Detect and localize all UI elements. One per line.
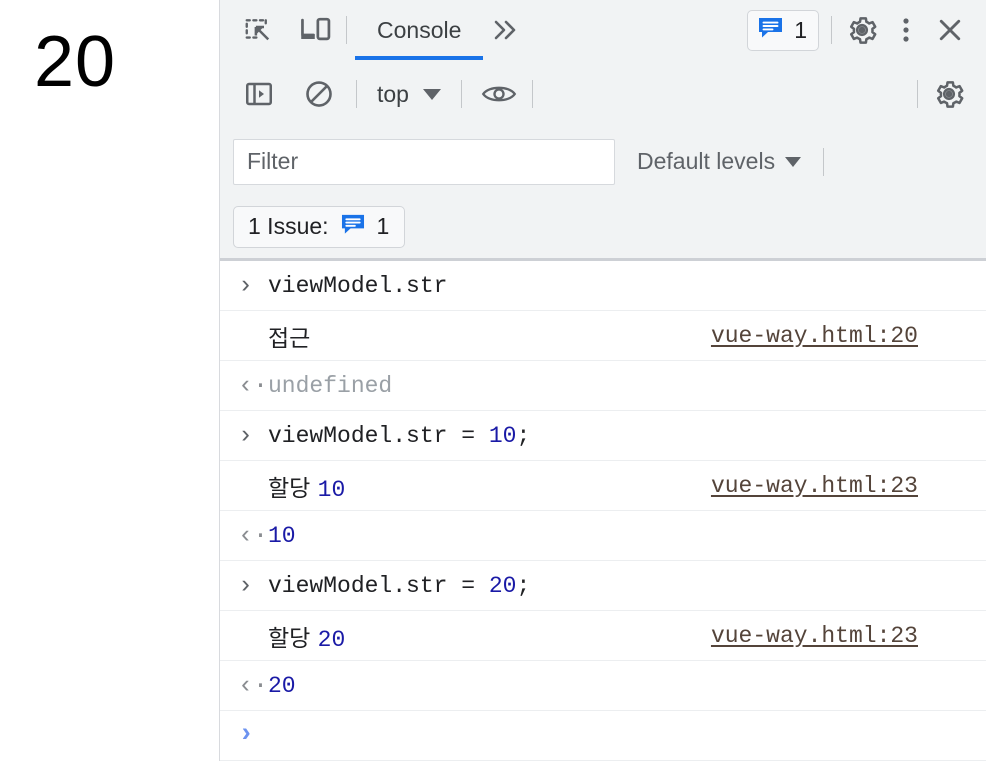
console-log-segment: 20 bbox=[317, 626, 346, 653]
execution-context-dropdown[interactable]: top bbox=[371, 81, 447, 108]
console-prompt-marker: › bbox=[238, 722, 268, 749]
console-log-text: 할당 20 bbox=[268, 619, 345, 653]
tab-console-label: Console bbox=[377, 16, 462, 43]
filter-input[interactable] bbox=[233, 138, 615, 185]
console-log-row[interactable]: 할당 20 vue-way.html:23 bbox=[220, 611, 986, 661]
chevron-down-icon bbox=[422, 88, 441, 100]
console-log-segment: ; bbox=[516, 572, 531, 599]
log-input-marker-icon: › bbox=[238, 273, 268, 298]
issues-count: 1 bbox=[794, 16, 807, 43]
issues-summary-button[interactable]: 1 Issue: 1 bbox=[233, 205, 406, 248]
kebab-menu-icon[interactable] bbox=[884, 8, 928, 52]
log-output-marker-icon: ‹· bbox=[238, 673, 268, 698]
chevron-left-icon: ‹· bbox=[238, 671, 269, 700]
console-log-segment: 10 bbox=[317, 476, 346, 503]
toolbar-divider-1 bbox=[346, 16, 347, 44]
live-expression-eye-icon[interactable] bbox=[476, 71, 522, 117]
issues-summary-bar: 1 Issue: 1 bbox=[220, 195, 986, 261]
devtools-screenshot: 20 Console 1 top Filter Default levels 1… bbox=[0, 0, 986, 761]
log-levels-dropdown[interactable]: Default levels bbox=[637, 148, 802, 175]
close-icon[interactable] bbox=[928, 8, 972, 52]
console-source-link[interactable]: vue-way.html:20 bbox=[711, 323, 918, 349]
chevron-down-icon bbox=[785, 156, 802, 167]
console-source-link[interactable]: vue-way.html:23 bbox=[711, 623, 918, 649]
filter-bar-divider bbox=[823, 147, 825, 176]
console-log-row[interactable]: › viewModel.str = 20; bbox=[220, 561, 986, 611]
issue-message-icon bbox=[340, 213, 366, 241]
clear-console-icon[interactable] bbox=[296, 71, 342, 117]
console-log-row[interactable]: 할당 10 vue-way.html:23 bbox=[220, 461, 986, 511]
console-toolbar-divider-2 bbox=[460, 80, 462, 108]
console-log-segment: 20 bbox=[268, 672, 296, 699]
execution-context-label: top bbox=[377, 80, 409, 107]
gear-icon[interactable] bbox=[840, 8, 884, 52]
console-log-segment: 10 bbox=[488, 422, 517, 449]
chevron-left-icon: ‹· bbox=[238, 371, 269, 400]
gear-icon[interactable] bbox=[926, 71, 972, 117]
console-source-link[interactable]: vue-way.html:23 bbox=[711, 473, 918, 499]
chevron-right-icon: › bbox=[238, 720, 255, 750]
console-log-segment: viewModel.str = bbox=[268, 572, 489, 599]
console-log-segment: 할당 bbox=[268, 625, 318, 652]
console-log-segment: 10 bbox=[268, 522, 296, 549]
console-toolbar-divider-1 bbox=[356, 80, 357, 108]
log-input-marker-icon: › bbox=[238, 573, 268, 598]
page-viewport: 20 bbox=[0, 0, 220, 761]
console-sidebar-icon[interactable] bbox=[236, 71, 282, 117]
console-log-text: 접근 bbox=[268, 319, 310, 353]
device-toolbar-icon[interactable] bbox=[294, 8, 338, 52]
console-log-row[interactable]: ‹· undefined bbox=[220, 361, 986, 411]
devtools-panel: Console 1 top Filter Default levels 1 Is… bbox=[220, 0, 986, 761]
log-levels-label: Default levels bbox=[637, 148, 776, 174]
issues-summary-count: 1 bbox=[376, 213, 390, 239]
chevron-left-icon: ‹· bbox=[238, 521, 269, 550]
console-toolbar: top bbox=[220, 60, 986, 128]
console-log-row[interactable]: › viewModel.str = 10; bbox=[220, 411, 986, 461]
console-log-row[interactable]: › bbox=[220, 711, 986, 761]
console-log-row[interactable]: 접근 vue-way.html:20 bbox=[220, 311, 986, 361]
chevron-right-icon: › bbox=[238, 571, 254, 600]
console-toolbar-divider-4 bbox=[917, 80, 918, 108]
tab-console[interactable]: Console bbox=[355, 0, 484, 60]
log-output-marker-icon: ‹· bbox=[238, 523, 268, 548]
page-content-text: 20 bbox=[34, 22, 117, 102]
log-output-marker-icon: ‹· bbox=[238, 373, 268, 398]
console-log-text: undefined bbox=[268, 373, 392, 399]
console-log-row[interactable]: ‹· 10 bbox=[220, 511, 986, 561]
console-log-segment: undefined bbox=[268, 372, 393, 399]
console-log-row[interactable]: ‹· 20 bbox=[220, 661, 986, 711]
console-log-text: viewModel.str bbox=[268, 273, 447, 299]
log-input-marker-icon: › bbox=[238, 423, 268, 448]
console-log-segment: 20 bbox=[488, 572, 517, 599]
console-log-text: 10 bbox=[268, 523, 296, 549]
toolbar-divider-2 bbox=[831, 16, 832, 44]
chevron-right-icon: › bbox=[238, 421, 254, 450]
more-tabs-icon[interactable] bbox=[483, 8, 529, 52]
console-log-text: viewModel.str = 10; bbox=[268, 423, 530, 449]
console-log-segment: viewModel.str = bbox=[268, 422, 489, 449]
console-log-segment: 접근 bbox=[268, 325, 311, 352]
console-log-text: viewModel.str = 20; bbox=[268, 573, 530, 599]
console-log-text: 할당 10 bbox=[268, 469, 345, 503]
console-filter-bar: Default levels bbox=[220, 128, 986, 195]
issues-summary-label: 1 Issue: bbox=[248, 213, 329, 239]
console-log-segment: ; bbox=[516, 422, 531, 449]
chevron-right-icon: › bbox=[238, 271, 254, 300]
issues-badge-button[interactable]: 1 bbox=[747, 9, 819, 51]
console-toolbar-divider-3 bbox=[531, 80, 533, 108]
console-log-text: 20 bbox=[268, 673, 296, 699]
devtools-tabbar: Console 1 bbox=[220, 0, 986, 60]
inspect-element-icon[interactable] bbox=[236, 8, 280, 52]
console-log-row[interactable]: › viewModel.str bbox=[220, 261, 986, 311]
issue-message-icon bbox=[757, 16, 784, 45]
console-log-segment: viewModel.str bbox=[268, 272, 448, 299]
console-log-list[interactable]: › viewModel.str 접근 vue-way.html:20 ‹· undefin… bbox=[220, 261, 986, 761]
console-log-segment: 할당 bbox=[268, 475, 318, 502]
